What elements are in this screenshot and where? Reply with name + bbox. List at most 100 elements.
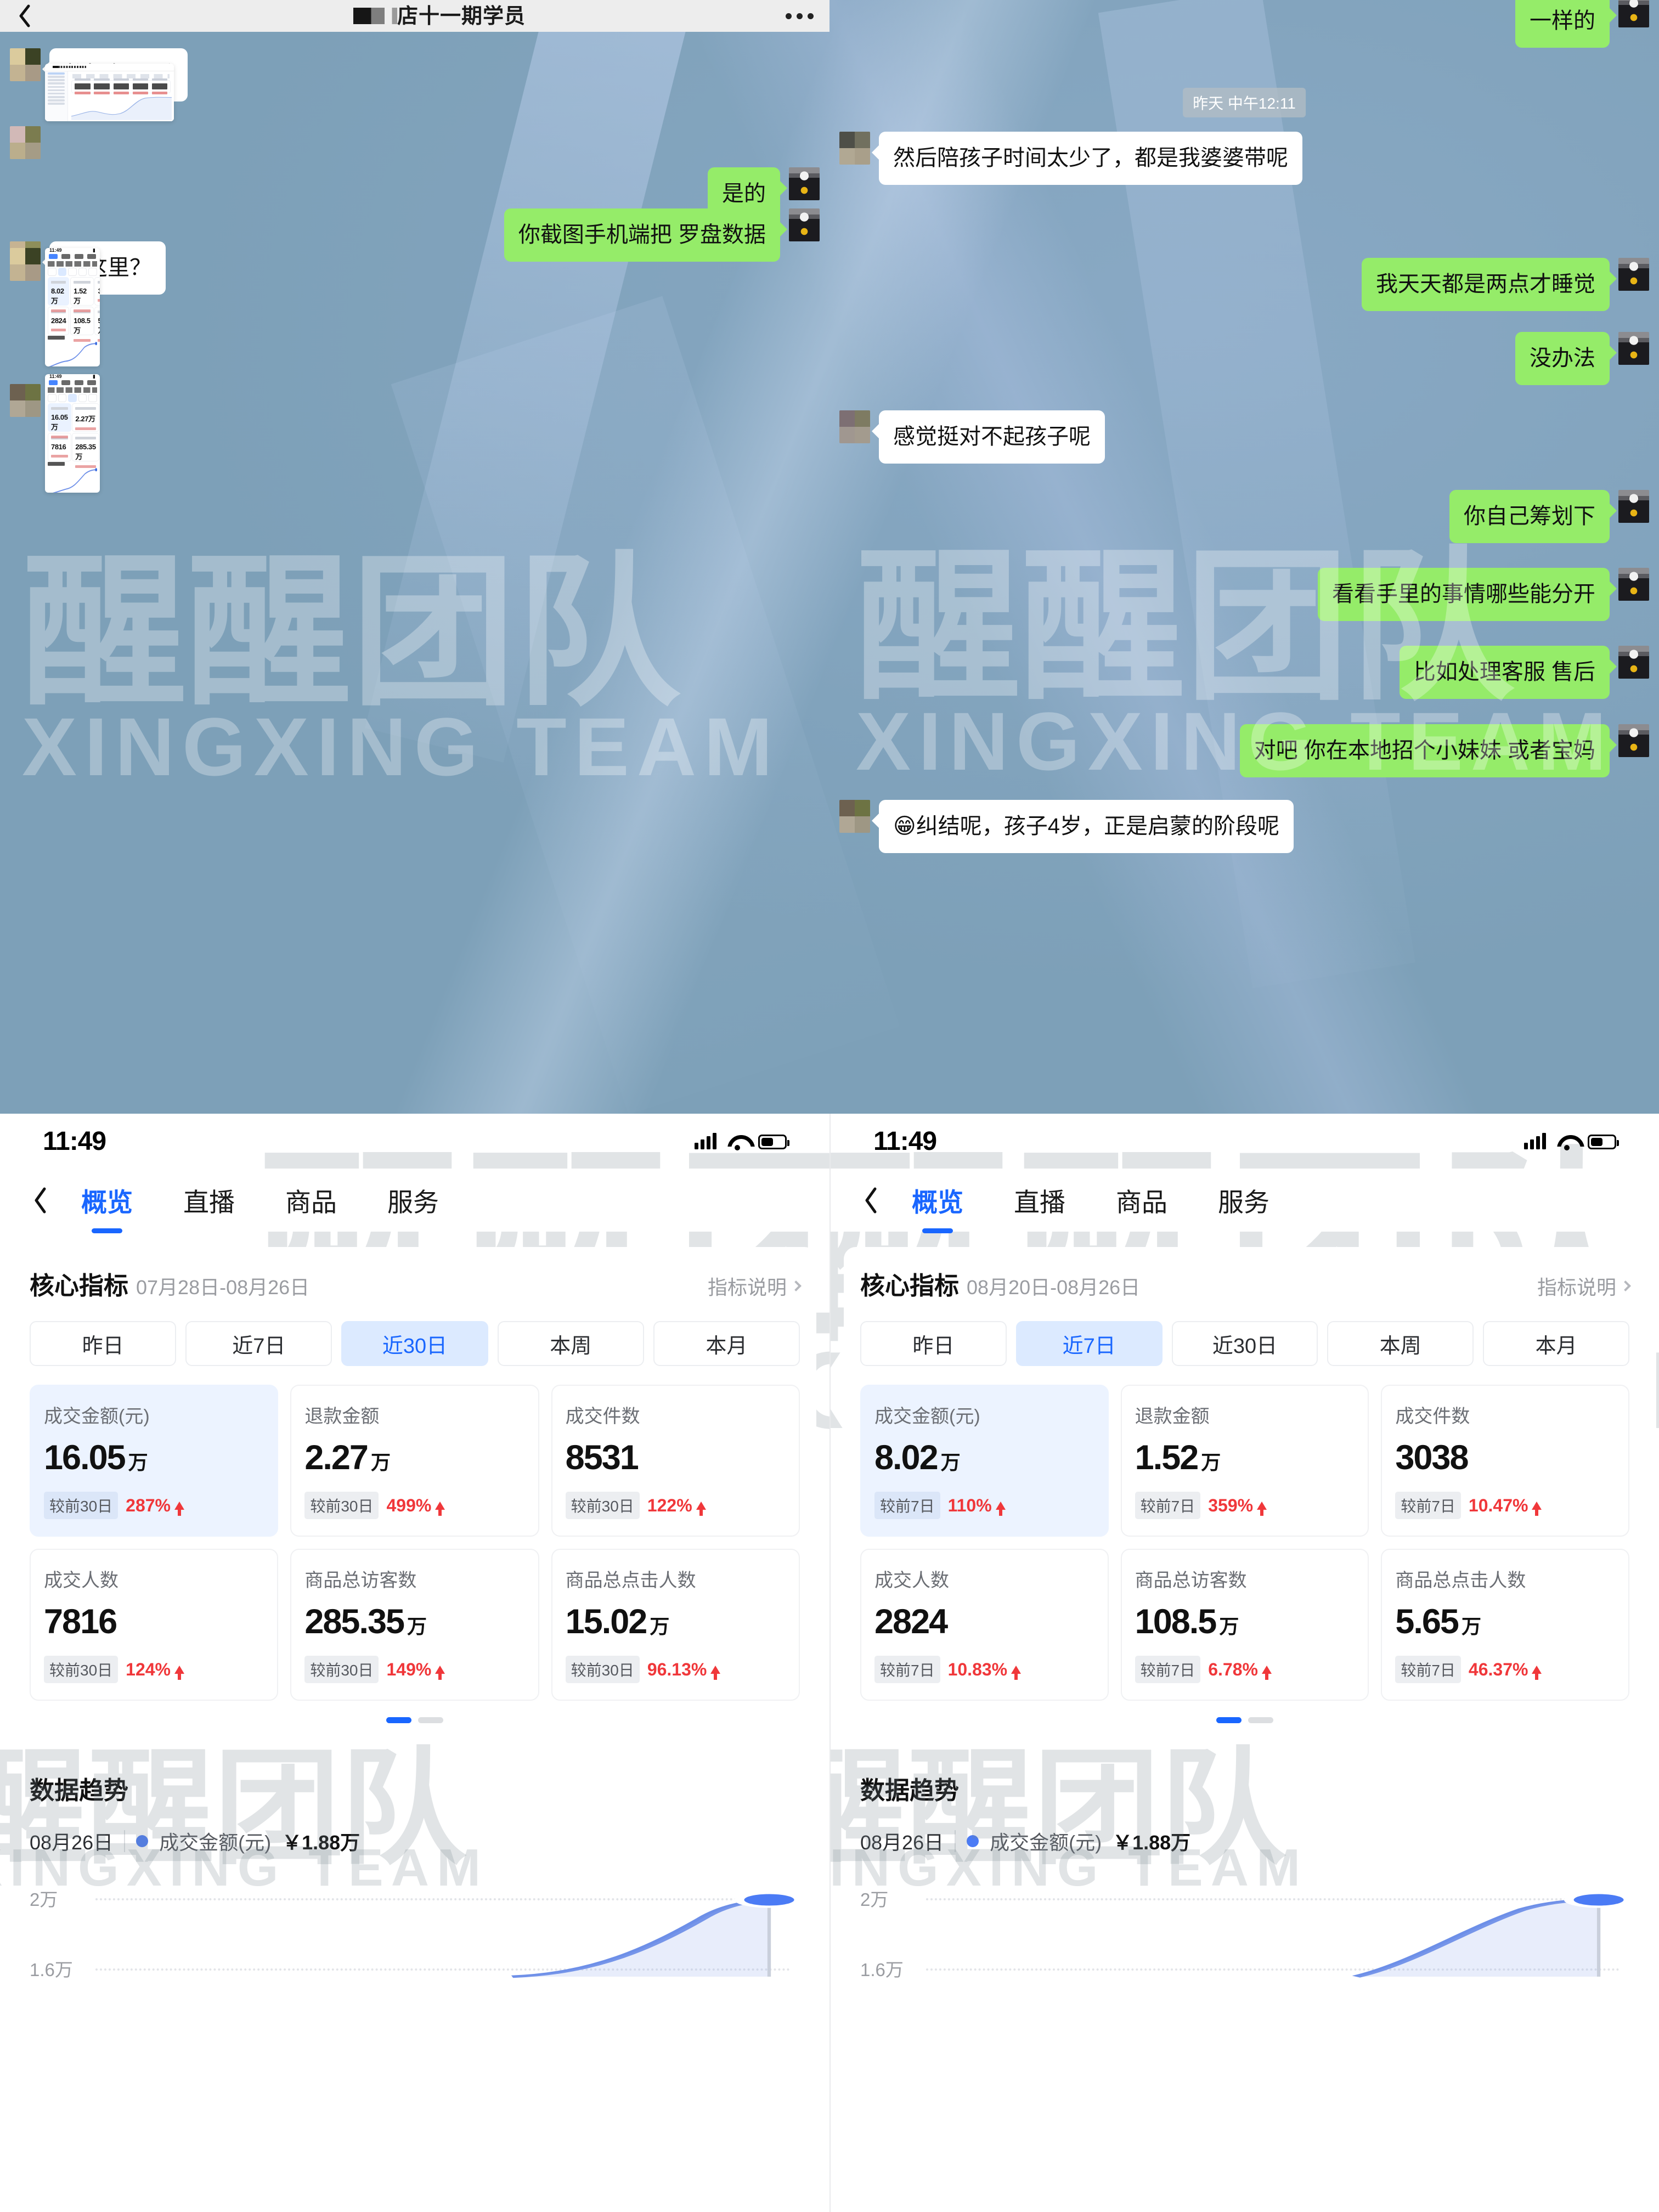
metric-label: 成交人数 — [874, 1570, 949, 1591]
chip-30days[interactable]: 近30日 — [341, 1321, 488, 1366]
pager-dot[interactable] — [418, 1717, 443, 1723]
avatar[interactable] — [839, 410, 870, 443]
metric-card[interactable]: 退款金额 2.27 万 较前30日 499% — [290, 1385, 539, 1537]
chip-thismonth[interactable]: 本月 — [1483, 1321, 1629, 1366]
dashboard-thumbnail — [45, 64, 174, 121]
metric-card[interactable]: 商品总点击人数 15.02 万 较前30日 96.13% — [551, 1549, 800, 1701]
metrics-help-link[interactable]: 指标说明 — [708, 1272, 802, 1300]
metric-value: 108.5 万 — [1135, 1602, 1239, 1641]
avatar[interactable] — [10, 126, 41, 159]
series-value: ￥1.88万 — [1113, 1831, 1191, 1854]
metric-change: 287% — [126, 1496, 184, 1516]
metric-compare: 较前30日 — [304, 1656, 379, 1683]
message-bubble[interactable]: 你自己筹划下 — [1449, 490, 1617, 543]
avatar[interactable] — [10, 248, 41, 281]
pager-dot[interactable] — [1248, 1717, 1273, 1723]
tab-live[interactable]: 直播 — [996, 1181, 1083, 1219]
metric-card[interactable]: 成交件数 8531 较前30日 122% — [551, 1385, 800, 1537]
phone-screenshot-thumbnail: 11:49▮ 8.02万 1.52万 3038 2824 108.5万 5.65… — [45, 248, 100, 366]
tab-live[interactable]: 直播 — [166, 1181, 252, 1219]
avatar[interactable] — [10, 384, 41, 417]
status-bar: 11:49 — [0, 1114, 830, 1169]
pager-dot-active[interactable] — [1216, 1717, 1242, 1723]
avatar[interactable] — [789, 167, 820, 200]
avatar[interactable] — [1618, 332, 1649, 365]
image-message-desktop[interactable] — [45, 64, 174, 121]
nav-tabs: 概览 直播 商品 服务 — [831, 1169, 1659, 1232]
arrow-up-icon — [1532, 1665, 1542, 1680]
message-bubble[interactable]: 一样的 — [1515, 0, 1617, 48]
message-bubble[interactable]: 😁纠结呢，孩子4岁，正是启蒙的阶段呢 — [872, 800, 1294, 853]
arrow-up-icon — [1532, 1501, 1542, 1516]
chip-30days[interactable]: 近30日 — [1171, 1321, 1318, 1366]
image-message-phone-7d[interactable]: 11:49▮ 8.02万 1.52万 3038 2824 108.5万 5.65… — [45, 248, 100, 366]
metric-card[interactable]: 成交件数 3038 较前7日 10.47% — [1381, 1385, 1629, 1537]
message-bubble[interactable]: 比如处理客服 售后 — [1399, 646, 1617, 699]
metric-card[interactable]: 成交人数 2824 较前7日 10.83% — [860, 1549, 1109, 1701]
date-range: 08月20日-08月26日 — [967, 1276, 1141, 1299]
metric-value: 285.35 万 — [304, 1602, 427, 1641]
tab-overview[interactable]: 概览 — [894, 1181, 981, 1219]
chip-thismonth[interactable]: 本月 — [653, 1321, 800, 1366]
signal-bars-icon — [695, 1133, 716, 1149]
back-chevron-icon[interactable] — [0, 0, 49, 32]
metric-unit: 万 — [407, 1615, 427, 1638]
chip-thisweek[interactable]: 本周 — [497, 1321, 644, 1366]
image-message-phone-30d[interactable]: 11:49▮ 16.05万 2.27万 8531 7816 285.35万 15… — [45, 374, 100, 493]
more-dots-icon[interactable] — [769, 13, 830, 19]
message-bubble[interactable]: 没办法 — [1515, 332, 1617, 385]
arrow-up-icon — [1261, 1665, 1272, 1680]
masked-title-block — [292, 7, 397, 24]
chip-7days[interactable]: 近7日 — [1015, 1321, 1163, 1366]
avatar[interactable] — [839, 800, 870, 833]
avatar[interactable] — [1618, 646, 1649, 679]
chip-7days[interactable]: 近7日 — [185, 1321, 332, 1366]
date-range: 07月28日-08月26日 — [136, 1276, 310, 1299]
tab-product[interactable]: 商品 — [1098, 1181, 1185, 1219]
message-timestamp: 昨天 中午12:11 — [1183, 88, 1306, 117]
tab-service[interactable]: 服务 — [370, 1181, 456, 1219]
tab-service[interactable]: 服务 — [1200, 1181, 1287, 1219]
pager-dots[interactable] — [860, 1717, 1629, 1735]
avatar[interactable] — [1618, 258, 1649, 291]
metric-compare: 较前7日 — [1135, 1492, 1201, 1519]
chip-thisweek[interactable]: 本周 — [1327, 1321, 1474, 1366]
metric-card[interactable]: 成交金额(元) 8.02 万 较前7日 110% — [860, 1385, 1109, 1537]
message-row: 感觉挺对不起孩子呢 — [839, 410, 1105, 464]
message-bubble[interactable]: 我天天都是两点才睡觉 — [1362, 258, 1617, 311]
message-row: 没办法 — [1515, 332, 1649, 385]
metric-card[interactable]: 商品总访客数 285.35 万 较前30日 149% — [290, 1549, 539, 1701]
avatar[interactable] — [1618, 724, 1649, 757]
pager-dots[interactable] — [30, 1717, 800, 1735]
status-clock: 11:49 — [873, 1126, 937, 1156]
metric-card[interactable]: 成交人数 7816 较前30日 124% — [30, 1549, 279, 1701]
message-bubble[interactable]: 看看手里的事情哪些能分开 — [1318, 568, 1617, 621]
back-chevron-icon[interactable] — [16, 1186, 64, 1215]
metric-cards: 成交金额(元) 16.05 万 较前30日 287% 退款金额 2.27 万 较前30… — [30, 1385, 800, 1701]
phone-right: 醒醒团队 XINGXING TEAM 醒醒团队 XINGXING TEAM 11… — [830, 1114, 1659, 2212]
pager-dot-active[interactable] — [386, 1717, 411, 1723]
tab-overview[interactable]: 概览 — [64, 1181, 150, 1219]
metric-card[interactable]: 商品总点击人数 5.65 万 较前7日 46.37% — [1381, 1549, 1629, 1701]
tab-product[interactable]: 商品 — [268, 1181, 354, 1219]
back-chevron-icon[interactable] — [847, 1186, 894, 1215]
metrics-help-link[interactable]: 指标说明 — [1537, 1272, 1631, 1300]
avatar[interactable] — [1618, 568, 1649, 601]
message-bubble[interactable]: 你截图手机端把 罗盘数据 — [504, 208, 788, 262]
metric-card[interactable]: 成交金额(元) 16.05 万 较前30日 287% — [30, 1385, 279, 1537]
message-bubble[interactable]: 对吧 你在本地招个小妹妹 或者宝妈 — [1239, 724, 1617, 777]
metric-card[interactable]: 退款金额 1.52 万 较前7日 359% — [1120, 1385, 1369, 1537]
series-label: 成交金额(元) — [159, 1831, 272, 1854]
avatar[interactable] — [789, 208, 820, 241]
metric-label: 成交金额(元) — [874, 1406, 980, 1427]
avatar[interactable] — [1618, 490, 1649, 523]
avatar[interactable] — [1618, 0, 1649, 27]
message-bubble[interactable]: 感觉挺对不起孩子呢 — [872, 410, 1105, 464]
metric-card[interactable]: 商品总访客数 108.5 万 较前7日 6.78% — [1120, 1549, 1369, 1701]
chip-yesterday[interactable]: 昨日 — [860, 1321, 1007, 1366]
chip-yesterday[interactable]: 昨日 — [30, 1321, 177, 1366]
arrow-up-icon — [710, 1665, 721, 1680]
avatar[interactable] — [10, 48, 41, 81]
message-bubble[interactable]: 然后陪孩子时间太少了，都是我婆婆带呢 — [872, 132, 1302, 185]
avatar[interactable] — [839, 132, 870, 165]
